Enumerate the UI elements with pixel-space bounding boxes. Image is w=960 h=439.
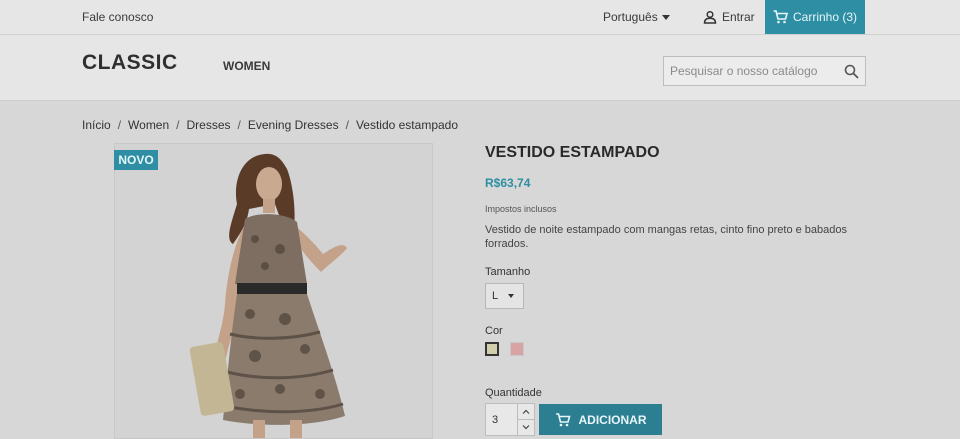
- breadcrumb-separator: /: [176, 118, 180, 132]
- quantity-label: Quantidade: [485, 387, 542, 399]
- product-price: R$63,74: [485, 176, 531, 190]
- breadcrumb-separator: /: [117, 118, 122, 132]
- cart-icon: [555, 412, 571, 426]
- contact-link[interactable]: Fale conosco: [82, 10, 153, 24]
- breadcrumb-separator: /: [345, 118, 349, 132]
- user-icon: [703, 10, 717, 24]
- breadcrumb-current: Vestido estampado: [355, 118, 459, 132]
- product-title: VESTIDO ESTAMPADO: [485, 144, 660, 161]
- chevron-down-icon: [522, 424, 530, 429]
- breadcrumb: Início / Women / Dresses / Evening Dresses /…: [82, 118, 458, 132]
- language-selector[interactable]: Português: [603, 10, 670, 24]
- quantity-decrease-button[interactable]: [517, 419, 534, 435]
- size-label: Tamanho: [485, 266, 531, 278]
- breadcrumb-separator: /: [237, 118, 241, 132]
- search-box: [663, 56, 866, 86]
- signin-link[interactable]: Entrar: [703, 10, 755, 24]
- quantity-stepper[interactable]: 3: [485, 403, 535, 436]
- product-image[interactable]: [114, 143, 433, 439]
- chevron-down-icon: [508, 294, 515, 298]
- quantity-value: 3: [492, 414, 499, 426]
- chevron-down-icon: [661, 15, 670, 21]
- color-label: Cor: [485, 325, 503, 337]
- new-badge: NOVO: [114, 150, 158, 170]
- add-to-cart-button[interactable]: ADICIONAR: [539, 404, 662, 435]
- menu-item-women[interactable]: WOMEN: [223, 59, 270, 73]
- site-header: CLASSIC WOMEN: [0, 35, 960, 101]
- search-icon[interactable]: [844, 64, 859, 79]
- add-to-cart-label: ADICIONAR: [578, 412, 647, 427]
- breadcrumb-item[interactable]: Evening Dresses: [248, 118, 339, 132]
- search-input[interactable]: [670, 57, 840, 85]
- product-description: Vestido de noite estampado com mangas re…: [485, 224, 848, 250]
- top-nav: Fale conosco Português Entrar Carrinho (…: [0, 0, 960, 35]
- color-swatch[interactable]: [510, 342, 524, 356]
- color-swatch[interactable]: [485, 342, 499, 356]
- signin-label: Entrar: [722, 10, 755, 24]
- chevron-up-icon: [522, 409, 530, 414]
- language-label: Português: [603, 10, 658, 24]
- size-select[interactable]: L: [485, 283, 524, 309]
- breadcrumb-item[interactable]: Dresses: [187, 118, 231, 132]
- cart-label: Carrinho (3): [792, 10, 858, 24]
- dress-model-image: [189, 153, 347, 438]
- size-value: L: [492, 290, 499, 302]
- tax-note: Impostos inclusos: [485, 204, 557, 214]
- cart-icon: [773, 10, 788, 24]
- site-logo[interactable]: CLASSIC: [82, 51, 178, 75]
- cart-button[interactable]: Carrinho (3): [765, 0, 865, 34]
- breadcrumb-item[interactable]: Women: [128, 118, 169, 132]
- breadcrumb-item[interactable]: Início: [82, 118, 111, 132]
- quantity-increase-button[interactable]: [517, 404, 534, 420]
